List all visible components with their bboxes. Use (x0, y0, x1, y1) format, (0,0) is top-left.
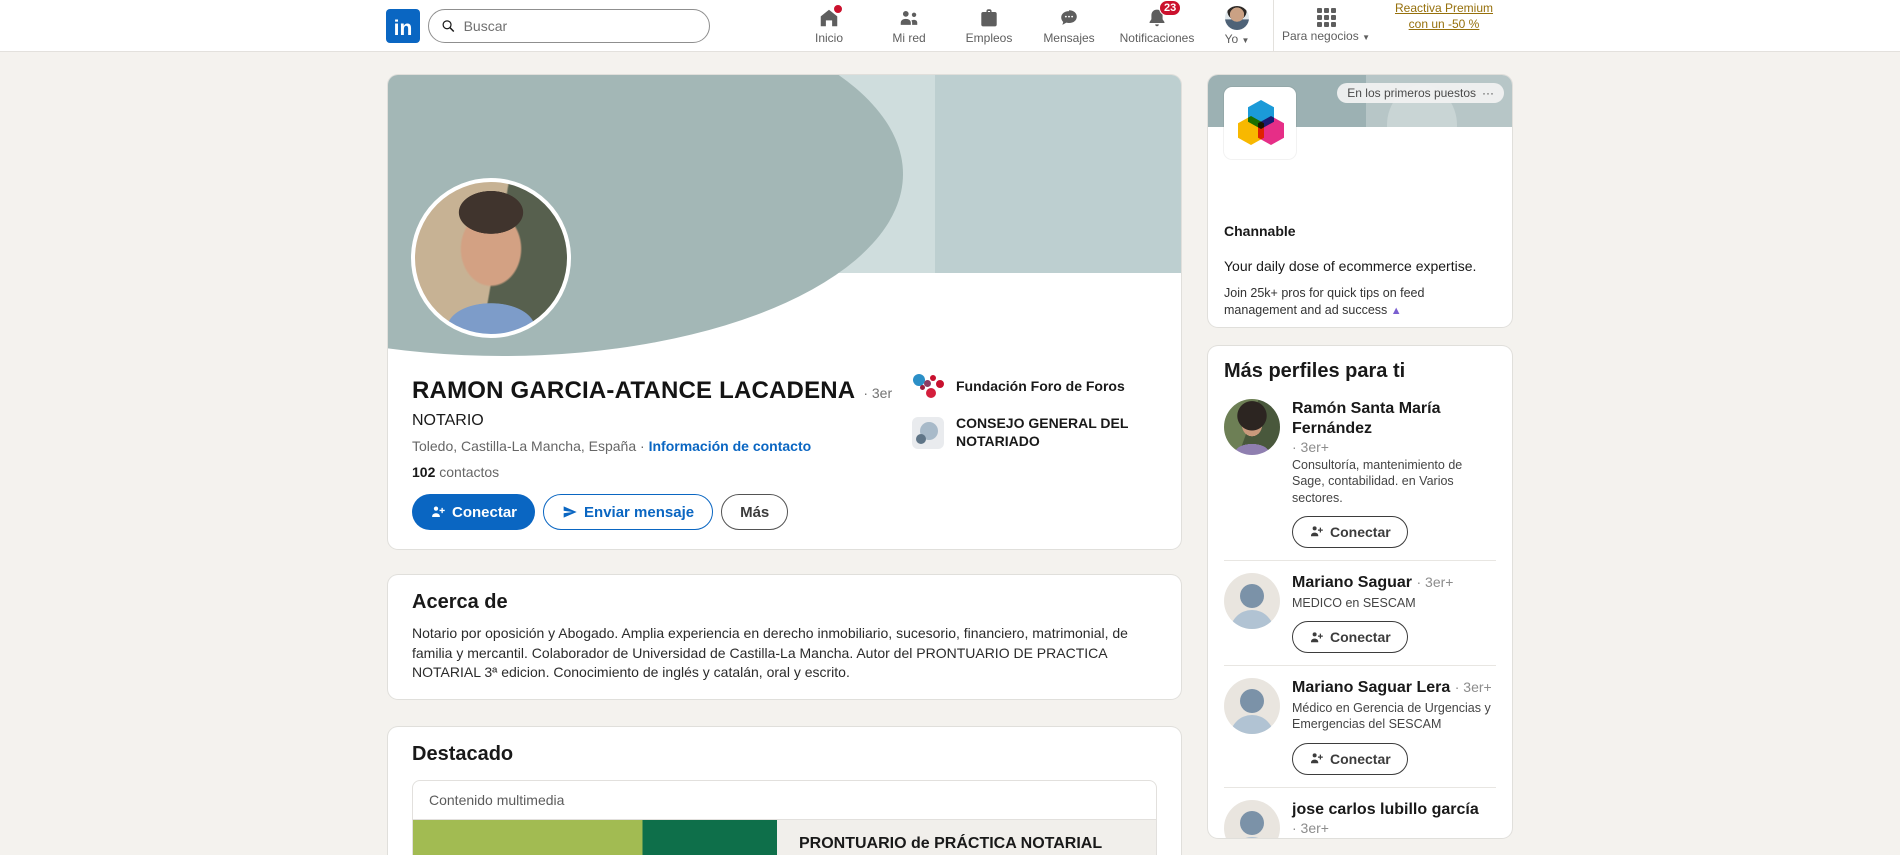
briefcase-icon (981, 8, 997, 26)
consejo-notariado-logo (912, 416, 944, 449)
suggested-profile-name[interactable]: jose carlos lubillo garcía (1292, 800, 1496, 820)
suggested-profile-row: jose carlos lubillo garcía · 3er+ (1224, 786, 1496, 838)
suggested-profile-headline: Consultoría, mantenimiento de Sage, cont… (1292, 458, 1463, 505)
person-add-icon (1311, 753, 1323, 764)
suggested-profile-name: Mariano Saguar Lera (1292, 679, 1451, 696)
nav-item-para-negocios[interactable]: Para negocios ▼ (1278, 0, 1374, 52)
featured-item-thumbnail: PRONTUARIO (413, 819, 777, 855)
suggested-profile-photo[interactable] (1224, 399, 1280, 455)
person-add-icon (1311, 631, 1323, 642)
ad-card: En los primeros puestos ··· Channable Yo… (1208, 75, 1512, 327)
suggested-profile-headline: MEDICO en SESCAM (1292, 595, 1416, 610)
featured-tab-contenido-multimedia[interactable]: Contenido multimedia (413, 781, 1156, 820)
profile-organizations: Fundación Foro de Foros CONSEJO GENERAL … (912, 371, 1164, 450)
more-button[interactable]: Más (721, 494, 789, 530)
profile-card: RAMON GARCIA-ATANCE LACADENA · 3er NOTAR… (388, 75, 1181, 549)
connection-degree: · 3er+ (1292, 819, 1329, 836)
home-notification-dot (832, 2, 844, 15)
nav-item-notificaciones[interactable]: 23 Notificaciones (1109, 0, 1205, 52)
about-title: Acerca de (412, 591, 508, 613)
connect-button[interactable]: Conectar (412, 494, 536, 530)
more-options-icon[interactable]: ··· (1482, 86, 1494, 100)
about-text: Notario por oposición y Abogado. Amplia … (412, 625, 1128, 681)
send-message-button[interactable]: Enviar mensaje (543, 494, 714, 530)
connect-button[interactable]: Conectar (1292, 621, 1408, 653)
suggested-profile-name[interactable]: Ramón Santa María Fernández (1292, 399, 1496, 439)
ad-company-name[interactable]: Channable (1224, 223, 1496, 239)
organization-item[interactable]: Fundación Foro de Foros (912, 371, 1164, 403)
connect-button[interactable]: Conectar (1292, 742, 1408, 775)
nav-item-mi-red[interactable]: Mi red (869, 0, 949, 52)
chat-icon (1061, 9, 1077, 25)
suggested-profile-ghost-avatar[interactable] (1224, 572, 1280, 629)
promoted-badge[interactable]: En los primeros puestos ··· (1337, 83, 1504, 103)
nav-item-empleos[interactable]: Empleos (949, 0, 1029, 52)
chevron-down-icon: ▼ (1241, 35, 1250, 45)
nav-item-yo[interactable]: Yo ▼ (1205, 0, 1269, 52)
profile-location: Toledo, Castilla-La Mancha, España (412, 438, 637, 454)
suggested-profile-ghost-avatar[interactable] (1224, 678, 1280, 734)
ad-tagline: Your daily dose of ecommerce expertise. (1224, 258, 1477, 274)
suggestions-title: Más perfiles para ti (1224, 360, 1406, 382)
profile-photo[interactable] (411, 178, 571, 338)
notifications-badge: 23 (1159, 0, 1182, 16)
connection-degree: · 3er+ (1416, 573, 1454, 590)
top-navbar: in Inicio Mi red Empleos Mensajes (0, 0, 1900, 52)
send-icon (563, 506, 577, 518)
connection-degree: · 3er+ (1292, 439, 1329, 455)
search-box[interactable] (428, 8, 710, 43)
profile-name: RAMON GARCIA-ATANCE LACADENA (412, 377, 856, 404)
linkedin-logo[interactable]: in (386, 8, 420, 43)
network-icon (900, 10, 918, 25)
connections-count[interactable]: 102 contactos (412, 464, 1157, 480)
organization-item[interactable]: CONSEJO GENERAL DEL NOTARIADO (912, 415, 1164, 450)
person-add-icon (432, 506, 445, 517)
suggestions-card: Más perfiles para ti Ramón Santa María F… (1208, 346, 1512, 838)
connection-degree: · 3er+ (1454, 679, 1492, 695)
suggested-profile-row: Ramón Santa María Fernández · 3er+ Consu… (1224, 387, 1496, 560)
person-add-icon (1311, 526, 1323, 537)
nav-item-inicio[interactable]: Inicio (789, 0, 869, 52)
channable-logo[interactable] (1224, 87, 1296, 159)
premium-upsell-link[interactable]: Reactiva Premium con un -50 % (1374, 0, 1514, 52)
business-grid-icon (1316, 8, 1336, 27)
featured-item-title: PRONTUARIO de PRÁCTICA NOTARIAL (799, 834, 1103, 852)
featured-item[interactable]: PRONTUARIO PRONTUARIO de PRÁCTICA NOTARI… (413, 819, 1156, 855)
nav-item-mensajes[interactable]: Mensajes (1029, 0, 1109, 52)
foro-de-foros-logo (912, 371, 944, 403)
nav-divider (1273, 0, 1274, 52)
suggested-profile-ghost-avatar[interactable] (1224, 799, 1280, 838)
suggested-profile-row: Mariano Saguar Lera · 3er+ Médico en Ger… (1224, 665, 1496, 787)
contact-info-link[interactable]: Información de contacto (649, 438, 812, 454)
rocket-icon: ▲ (1390, 304, 1402, 317)
primary-nav: Inicio Mi red Empleos Mensajes 23 Notifi… (789, 0, 1514, 52)
connection-degree: · 3er (863, 385, 893, 401)
featured-card: Destacado Contenido multimedia PRONTUARI… (388, 726, 1181, 855)
search-icon (442, 19, 455, 32)
my-avatar (1225, 5, 1249, 30)
search-input[interactable] (463, 17, 697, 34)
featured-title: Destacado (412, 742, 514, 765)
about-card: Acerca de Notario por oposición y Abogad… (388, 575, 1181, 699)
suggested-profile-row: Mariano Saguar · 3er+ MEDICO en SESCAM C… (1224, 559, 1496, 665)
connect-button[interactable]: Conectar (1292, 515, 1408, 548)
suggested-profile-headline: Médico en Gerencia de Urgencias y Emerge… (1292, 701, 1491, 732)
chevron-down-icon: ▼ (1362, 33, 1370, 42)
suggested-profile-name: Mariano Saguar (1292, 573, 1413, 591)
